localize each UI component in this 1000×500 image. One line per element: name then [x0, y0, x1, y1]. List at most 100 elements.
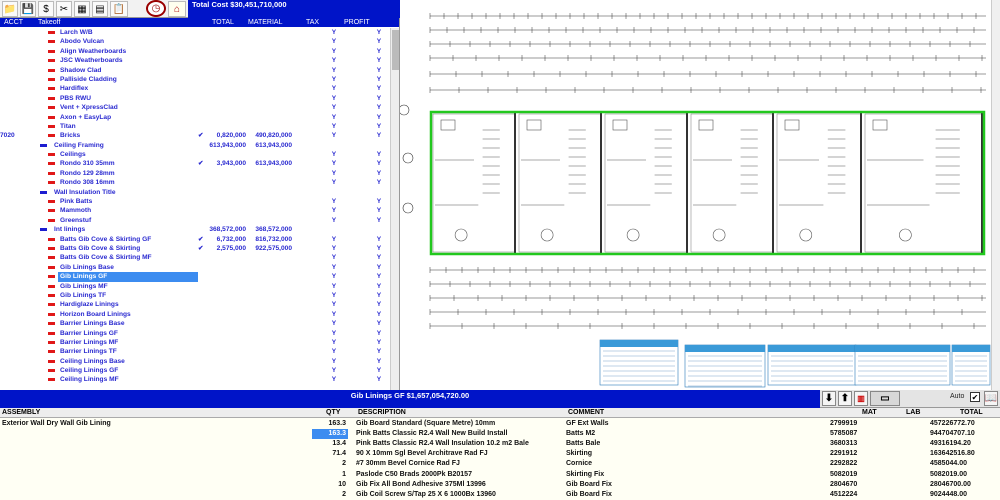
takeoff-tree-row[interactable]: Align Weatherboards Y Y	[0, 47, 399, 56]
row-tax-flag[interactable]: Y	[330, 300, 338, 309]
spreadsheet-icon[interactable]: ▦	[74, 1, 90, 17]
row-tax-flag[interactable]: Y	[330, 94, 338, 103]
takeoff-name[interactable]: Abodo Vulcan	[58, 37, 198, 46]
row-tax-flag[interactable]: Y	[330, 244, 338, 253]
takeoff-tree-row[interactable]: Axon + EasyLap Y Y	[0, 113, 399, 122]
takeoff-tree-row[interactable]: Gib Linings Base Y Y	[0, 263, 399, 272]
comment-cell[interactable]: Skirting Fix	[566, 470, 604, 480]
qty-cell[interactable]: 163.3	[312, 429, 348, 440]
column-description[interactable]: DESCRIPTION	[358, 408, 406, 418]
qty-cell[interactable]: 2	[312, 490, 348, 500]
takeoff-name[interactable]: Barrier Linings MF	[58, 338, 198, 347]
comment-cell[interactable]: Batts M2	[566, 429, 595, 439]
row-profit-flag[interactable]: Y	[375, 178, 383, 187]
row-tax-flag[interactable]: Y	[330, 291, 338, 300]
comment-cell[interactable]: Cornice	[566, 459, 592, 469]
column-acct[interactable]: ACCT	[4, 18, 23, 27]
row-tax-flag[interactable]: Y	[330, 282, 338, 291]
row-tax-flag[interactable]: Y	[330, 347, 338, 356]
row-tax-flag[interactable]: Y	[330, 66, 338, 75]
grid-view-icon[interactable]: ▥	[854, 391, 868, 406]
row-profit-flag[interactable]: Y	[375, 253, 383, 262]
row-profit-flag[interactable]: Y	[375, 244, 383, 253]
row-profit-flag[interactable]: Y	[375, 263, 383, 272]
monitor-icon[interactable]: ▭	[870, 391, 900, 406]
takeoff-tree-row[interactable]: Hardiglaze Linings Y Y	[0, 300, 399, 309]
takeoff-name[interactable]: Bricks	[58, 131, 198, 140]
book-icon[interactable]: 📖	[984, 391, 998, 406]
row-profit-flag[interactable]: Y	[375, 329, 383, 338]
row-profit-flag[interactable]: Y	[375, 282, 383, 291]
column-assembly[interactable]: ASSEMBLY	[2, 408, 40, 418]
takeoff-tree-row[interactable]: Hardiflex Y Y	[0, 84, 399, 93]
takeoff-tree-row[interactable]: Shadow Clad Y Y	[0, 66, 399, 75]
row-profit-flag[interactable]: Y	[375, 216, 383, 225]
takeoff-name[interactable]: Gib Linings GF	[58, 272, 198, 282]
takeoff-tree-row[interactable]: Gib Linings MF Y Y	[0, 282, 399, 291]
takeoff-tree-row[interactable]: Wall Insulation Title	[0, 188, 399, 197]
takeoff-tree-row[interactable]: PBS RWU Y Y	[0, 94, 399, 103]
takeoff-tree-row[interactable]: Palliside Cladding Y Y	[0, 75, 399, 84]
row-profit-flag[interactable]: Y	[375, 366, 383, 375]
assembly-row[interactable]: 71.4 90 X 10mm Sgl Bevel Architrave Rad F…	[0, 449, 1000, 459]
takeoff-tree-row[interactable]: Barrier Linings MF Y Y	[0, 338, 399, 347]
assembly-row[interactable]: 2 #7 30mm Bevel Cornice Rad FJ Cornice 2292…	[0, 459, 1000, 469]
calculator-icon[interactable]: ▤	[92, 1, 108, 17]
takeoff-name[interactable]: Int linings	[52, 225, 192, 234]
assembly-row[interactable]: 10 Gib Fix All Bond Adhesive 375Ml 13996 G…	[0, 480, 1000, 490]
takeoff-tree-row[interactable]: Abodo Vulcan Y Y	[0, 37, 399, 46]
takeoff-name[interactable]: Batts Gib Cove & Skirting GF	[58, 235, 198, 244]
takeoff-tree-row[interactable]: Int linings 368,572,000 368,572,000	[0, 225, 399, 234]
assembly-row[interactable]: 2 Gib Coil Screw S/Tap 25 X 6 1000Bx 1396…	[0, 490, 1000, 500]
takeoff-name[interactable]: Greenstuf	[58, 216, 198, 225]
assembly-row[interactable]: 1 Paslode C50 Brads 2000Pk B20157 Skirting…	[0, 470, 1000, 480]
scissors-icon[interactable]: ✂	[56, 1, 72, 17]
row-tax-flag[interactable]: Y	[330, 329, 338, 338]
takeoff-name[interactable]: Align Weatherboards	[58, 47, 198, 56]
takeoff-tree-row[interactable]: Greenstuf Y Y	[0, 216, 399, 225]
comment-cell[interactable]: Batts Bale	[566, 439, 600, 449]
column-lab[interactable]: LAB	[906, 408, 920, 418]
row-profit-flag[interactable]: Y	[375, 338, 383, 347]
row-tax-flag[interactable]: Y	[330, 197, 338, 206]
takeoff-name[interactable]: Hardiflex	[58, 84, 198, 93]
row-tax-flag[interactable]: Y	[330, 366, 338, 375]
takeoff-tree-row[interactable]: Vent + XpressClad Y Y	[0, 103, 399, 112]
row-tax-flag[interactable]: Y	[330, 75, 338, 84]
row-profit-flag[interactable]: Y	[375, 103, 383, 112]
plan-scrollbar[interactable]	[991, 0, 1000, 390]
row-tax-flag[interactable]: Y	[330, 319, 338, 328]
qty-cell[interactable]: 71.4	[312, 449, 348, 459]
takeoff-tree-row[interactable]: Ceilings Y Y	[0, 150, 399, 159]
row-tax-flag[interactable]: Y	[330, 159, 338, 168]
row-profit-flag[interactable]: Y	[375, 122, 383, 131]
assembly-row[interactable]: 13.4 Pink Batts Classic R2.4 Wall Insulat…	[0, 439, 1000, 449]
takeoff-name[interactable]: Rondo 308 16mm	[58, 178, 198, 187]
takeoff-name[interactable]: JSC Weatherboards	[58, 56, 198, 65]
takeoff-tree-row[interactable]: Barrier Linings TF Y Y	[0, 347, 399, 356]
floor-plan-viewer[interactable]	[400, 0, 1000, 390]
row-profit-flag[interactable]: Y	[375, 94, 383, 103]
takeoff-name[interactable]: Batts Gib Cove & Skirting	[58, 244, 198, 253]
save-icon[interactable]: 💾	[20, 1, 36, 17]
row-profit-flag[interactable]: Y	[375, 75, 383, 84]
row-tax-flag[interactable]: Y	[330, 310, 338, 319]
takeoff-name[interactable]: Batts Gib Cove & Skirting MF	[58, 253, 198, 262]
takeoff-name[interactable]: Pink Batts	[58, 197, 198, 206]
row-profit-flag[interactable]: Y	[375, 66, 383, 75]
column-comment[interactable]: COMMENT	[568, 408, 604, 418]
takeoff-name[interactable]: Rondo 310 35mm	[58, 159, 198, 168]
comment-cell[interactable]: GF Ext Walls	[566, 419, 609, 429]
row-tax-flag[interactable]: Y	[330, 216, 338, 225]
row-profit-flag[interactable]: Y	[375, 131, 383, 140]
takeoff-tree-row[interactable]: Batts Gib Cove & Skirting ✔ 2,575,000 922,5…	[0, 244, 399, 253]
row-tax-flag[interactable]: Y	[330, 84, 338, 93]
takeoff-name[interactable]: Ceiling Linings MF	[58, 375, 198, 384]
takeoff-name[interactable]: PBS RWU	[58, 94, 198, 103]
column-takeoff[interactable]: Takeoff	[38, 18, 60, 27]
comment-cell[interactable]: Gib Board Fix	[566, 490, 612, 500]
takeoff-tree-row[interactable]: Rondo 308 16mm Y Y	[0, 178, 399, 187]
takeoff-tree-row[interactable]: JSC Weatherboards Y Y	[0, 56, 399, 65]
row-tax-flag[interactable]: Y	[330, 131, 338, 140]
row-tax-flag[interactable]: Y	[330, 56, 338, 65]
